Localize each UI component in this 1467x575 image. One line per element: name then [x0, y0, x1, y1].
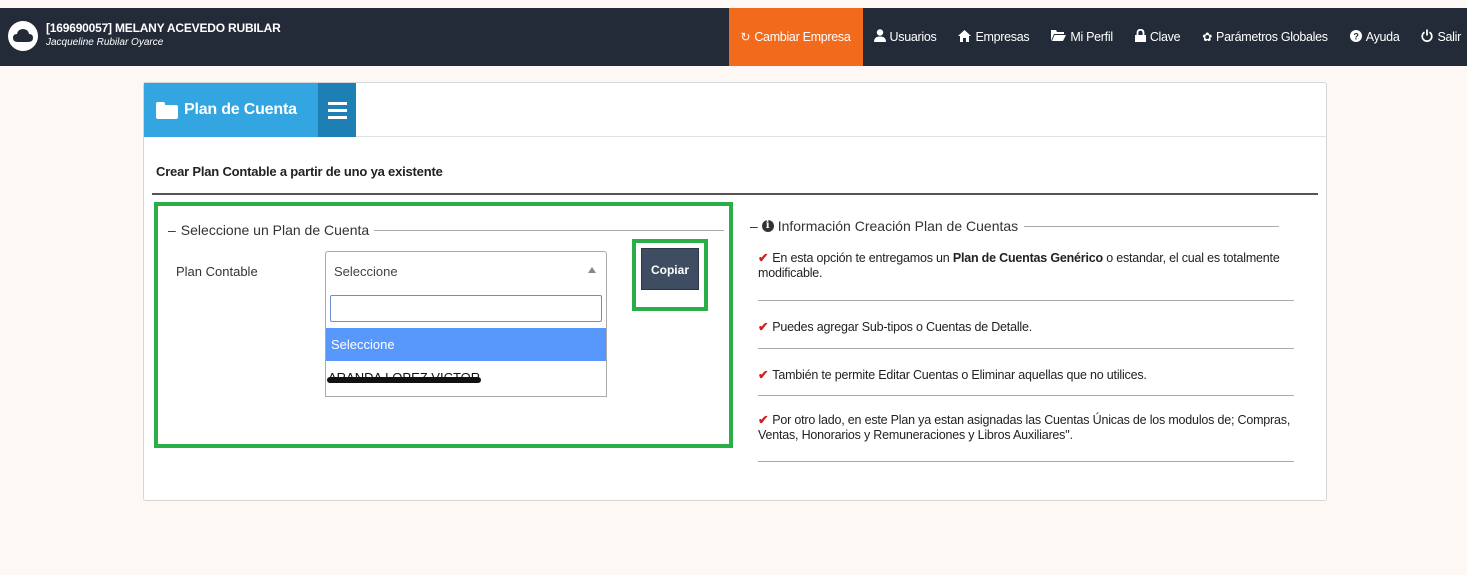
info-item-1: ✔ En esta opción te entregamos un Plan de…	[758, 251, 1280, 280]
info-divider	[758, 395, 1294, 396]
page-title: Plan de Cuenta	[184, 101, 297, 118]
info-divider	[758, 348, 1294, 349]
menu-bar	[327, 115, 347, 119]
nav-label: Usuarios	[889, 30, 937, 44]
check-icon: ✔	[758, 368, 769, 382]
redacted-option-text: ARANDA LOPEZ VICTOR	[326, 361, 482, 395]
gear-icon: ✿	[1202, 30, 1213, 44]
check-icon: ✔	[758, 320, 769, 334]
plan-contable-select[interactable]: Seleccione	[325, 251, 607, 291]
info-divider	[758, 461, 1294, 462]
copy-button[interactable]: Copiar	[641, 248, 699, 290]
nav-mi-perfil[interactable]: Mi Perfil	[1040, 8, 1123, 66]
check-icon: ✔	[758, 413, 769, 427]
caret-up-icon	[588, 267, 596, 273]
info-item-4: ✔ Por otro lado, en este Plan ya estan as…	[758, 413, 1291, 442]
nav-label: Ayuda	[1365, 30, 1400, 44]
info-divider	[758, 300, 1294, 301]
info-item-2: ✔ Puedes agregar Sub-tipos o Cuentas de D…	[758, 320, 1033, 334]
question-icon: ?	[1349, 29, 1362, 45]
section-divider	[152, 193, 1318, 195]
nav-label: Clave	[1149, 30, 1181, 44]
home-icon	[958, 29, 972, 45]
nav-salir[interactable]: Salir	[1410, 8, 1467, 66]
dropdown-option-seleccione[interactable]: Seleccione	[326, 328, 606, 361]
folder-open-icon	[1051, 30, 1067, 44]
copy-button-highlight: Copiar	[632, 239, 708, 311]
power-icon	[1421, 29, 1434, 45]
user-identity: [169690057] MELANY ACEVEDO RUBILAR	[46, 21, 281, 35]
cloud-logo-icon	[8, 21, 38, 51]
info-icon: i	[761, 220, 774, 232]
nav-menu: ↻ Cambiar Empresa Usuarios Empresas Mi P…	[728, 8, 1467, 66]
select-value: Seleccione	[334, 264, 398, 279]
nav-label: Salir	[1437, 30, 1461, 44]
info-legend-text: Información Creación Plan de Cuentas	[777, 218, 1019, 234]
folder-icon	[156, 101, 178, 119]
user-icon	[873, 29, 886, 45]
nav-label: Parámetros Globales	[1216, 30, 1328, 44]
refresh-icon: ↻	[740, 30, 751, 44]
plan-contable-label: Plan Contable	[176, 264, 258, 279]
legend-line	[1024, 225, 1280, 227]
panel-title-tab: Plan de Cuenta	[144, 83, 318, 137]
menu-bar	[327, 101, 347, 105]
check-icon: ✔	[758, 251, 769, 265]
nav-clave[interactable]: Clave	[1124, 8, 1191, 66]
lock-icon	[1134, 28, 1146, 45]
info-item-3: ✔ También te permite Editar Cuentas o Eli…	[758, 368, 1147, 382]
nav-empresas[interactable]: Empresas	[947, 8, 1040, 66]
nav-usuarios[interactable]: Usuarios	[863, 8, 948, 66]
dropdown-search-input[interactable]	[330, 295, 602, 322]
user-subname: Jacqueline Rubilar Oyarce	[46, 37, 164, 48]
plan-de-cuenta-panel: Plan de Cuenta Crear Plan Contable a par…	[143, 82, 1327, 501]
panel-header: Plan de Cuenta	[144, 83, 1326, 137]
legend-line	[374, 229, 725, 231]
select-plan-legend: – Seleccione un Plan de Cuenta	[168, 222, 725, 238]
select-dropdown: Seleccione ARANDA LOPEZ VICTOR	[325, 290, 607, 397]
info-legend: – i Información Creación Plan de Cuentas	[750, 218, 1280, 234]
nav-label: Empresas	[975, 30, 1030, 44]
page-subtitle: Crear Plan Contable a partir de uno ya e…	[156, 164, 443, 179]
legend-text: Seleccione un Plan de Cuenta	[180, 222, 370, 238]
hamburger-menu-button[interactable]	[318, 83, 356, 137]
nav-label: Cambiar Empresa	[754, 30, 851, 44]
nav-parametros-globales[interactable]: ✿ Parámetros Globales	[1191, 8, 1338, 66]
svg-text:?: ?	[1353, 31, 1358, 41]
select-plan-highlight: – Seleccione un Plan de Cuenta Plan Cont…	[154, 202, 733, 448]
dropdown-option-plan[interactable]: ARANDA LOPEZ VICTOR	[326, 361, 606, 395]
nav-ayuda[interactable]: ? Ayuda	[1339, 8, 1411, 66]
nav-label: Mi Perfil	[1070, 30, 1113, 44]
nav-cambiar-empresa[interactable]: ↻ Cambiar Empresa	[728, 8, 863, 66]
top-navbar: [169690057] MELANY ACEVEDO RUBILAR Jacqu…	[0, 8, 1467, 66]
menu-bar	[327, 108, 347, 112]
